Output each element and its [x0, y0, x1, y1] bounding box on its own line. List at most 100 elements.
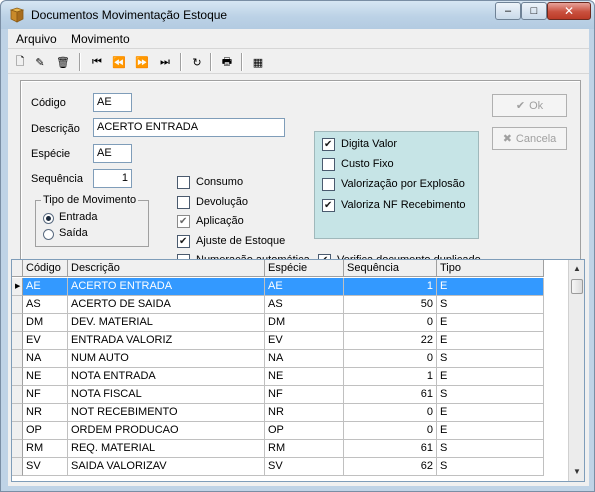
cell-codigo[interactable]: DM	[23, 314, 68, 332]
cell-sequencia[interactable]: 1	[344, 368, 437, 386]
cell-sequencia[interactable]: 0	[344, 314, 437, 332]
cell-descricao[interactable]: NOT RECEBIMENTO	[68, 404, 265, 422]
cell-descricao[interactable]: ORDEM PRODUCAO	[68, 422, 265, 440]
checkbox-digita-valor[interactable]	[322, 138, 335, 151]
cell-codigo[interactable]: OP	[23, 422, 68, 440]
codigo-field[interactable]: AE	[93, 93, 132, 112]
cell-descricao[interactable]: ACERTO ENTRADA	[68, 278, 265, 296]
cell-codigo[interactable]: AE	[23, 278, 68, 296]
cell-especie[interactable]: AE	[265, 278, 344, 296]
cell-tipo[interactable]: E	[437, 332, 544, 350]
table-row[interactable]: AS ACERTO DE SAIDA AS 50 S	[12, 296, 566, 314]
checkbox-devolucao[interactable]	[177, 196, 190, 209]
new-document-icon[interactable]: 🗋	[11, 53, 29, 71]
grid-header-codigo[interactable]: Código	[23, 260, 68, 277]
cell-sequencia[interactable]: 0	[344, 422, 437, 440]
cell-sequencia[interactable]: 0	[344, 350, 437, 368]
cell-especie[interactable]: NE	[265, 368, 344, 386]
minimize-button[interactable]: –	[495, 2, 521, 20]
ok-button[interactable]: ✔ Ok	[492, 94, 567, 117]
first-record-icon[interactable]: ⏮	[88, 53, 106, 71]
cell-sequencia[interactable]: 22	[344, 332, 437, 350]
checkbox-aplicacao[interactable]	[177, 215, 190, 228]
cell-codigo[interactable]: RM	[23, 440, 68, 458]
table-row[interactable]: NR NOT RECEBIMENTO NR 0 E	[12, 404, 566, 422]
especie-field[interactable]: AE	[93, 144, 132, 163]
settings-icon[interactable]: ▦	[249, 53, 267, 71]
print-icon[interactable]: 🖶	[218, 53, 236, 71]
previous-record-icon[interactable]: ⏪	[110, 53, 128, 71]
cell-tipo[interactable]: E	[437, 404, 544, 422]
cell-especie[interactable]: NR	[265, 404, 344, 422]
table-row[interactable]: NE NOTA ENTRADA NE 1 E	[12, 368, 566, 386]
delete-icon[interactable]: 🗑	[54, 53, 72, 71]
cell-codigo[interactable]: NF	[23, 386, 68, 404]
radio-saida[interactable]	[43, 229, 54, 240]
scroll-thumb[interactable]	[571, 279, 583, 294]
cell-sequencia[interactable]: 0	[344, 404, 437, 422]
cell-tipo[interactable]: S	[437, 440, 544, 458]
cell-especie[interactable]: DM	[265, 314, 344, 332]
cell-codigo[interactable]: NR	[23, 404, 68, 422]
sequencia-field[interactable]: 1	[93, 169, 132, 188]
cancel-button[interactable]: ✖ Cancela	[492, 127, 567, 150]
cell-tipo[interactable]: E	[437, 368, 544, 386]
cell-tipo[interactable]: S	[437, 296, 544, 314]
cell-tipo[interactable]: E	[437, 314, 544, 332]
radio-entrada[interactable]	[43, 213, 54, 224]
cell-especie[interactable]: AS	[265, 296, 344, 314]
grid-header-especie[interactable]: Espécie	[265, 260, 344, 277]
cell-descricao[interactable]: REQ. MATERIAL	[68, 440, 265, 458]
table-row[interactable]: SV SAIDA VALORIZAV SV 62 S	[12, 458, 566, 476]
cell-codigo[interactable]: NA	[23, 350, 68, 368]
table-row[interactable]: NA NUM AUTO NA 0 S	[12, 350, 566, 368]
close-button[interactable]: ✕	[547, 2, 591, 20]
menu-arquivo[interactable]: Arquivo	[16, 32, 57, 46]
cell-sequencia[interactable]: 1	[344, 278, 437, 296]
cell-tipo[interactable]: S	[437, 386, 544, 404]
grid-header-sequencia[interactable]: Sequência	[344, 260, 437, 277]
cell-descricao[interactable]: NUM AUTO	[68, 350, 265, 368]
cell-especie[interactable]: SV	[265, 458, 344, 476]
cell-especie[interactable]: OP	[265, 422, 344, 440]
grid-header-tipo[interactable]: Tipo	[437, 260, 544, 277]
scroll-up-icon[interactable]: ▲	[569, 260, 584, 277]
cell-descricao[interactable]: SAIDA VALORIZAV	[68, 458, 265, 476]
cell-descricao[interactable]: NOTA ENTRADA	[68, 368, 265, 386]
cell-sequencia[interactable]: 62	[344, 458, 437, 476]
cell-sequencia[interactable]: 61	[344, 386, 437, 404]
maximize-button[interactable]: □	[521, 2, 547, 20]
grid-vertical-scrollbar[interactable]: ▲ ▼	[568, 260, 584, 481]
cell-codigo[interactable]: EV	[23, 332, 68, 350]
cell-codigo[interactable]: NE	[23, 368, 68, 386]
cell-especie[interactable]: NF	[265, 386, 344, 404]
cell-codigo[interactable]: SV	[23, 458, 68, 476]
scroll-down-icon[interactable]: ▼	[569, 463, 584, 480]
checkbox-valoriza-nf-recebimento[interactable]	[322, 199, 335, 212]
checkbox-consumo[interactable]	[177, 176, 190, 189]
table-row[interactable]: OP ORDEM PRODUCAO OP 0 E	[12, 422, 566, 440]
next-record-icon[interactable]: ⏩	[133, 53, 151, 71]
checkbox-ajuste-estoque[interactable]	[177, 235, 190, 248]
last-record-icon[interactable]: ⏭	[156, 53, 174, 71]
table-row[interactable]: RM REQ. MATERIAL RM 61 S	[12, 440, 566, 458]
cell-especie[interactable]: EV	[265, 332, 344, 350]
cell-codigo[interactable]: AS	[23, 296, 68, 314]
cell-sequencia[interactable]: 50	[344, 296, 437, 314]
cell-especie[interactable]: NA	[265, 350, 344, 368]
grid-header-descricao[interactable]: Descrição	[68, 260, 265, 277]
descricao-field[interactable]: ACERTO ENTRADA	[93, 118, 285, 137]
cell-descricao[interactable]: ACERTO DE SAIDA	[68, 296, 265, 314]
refresh-icon[interactable]: ↻	[188, 53, 206, 71]
cell-descricao[interactable]: NOTA FISCAL	[68, 386, 265, 404]
edit-icon[interactable]: ✎	[31, 53, 49, 71]
cell-descricao[interactable]: ENTRADA VALORIZ	[68, 332, 265, 350]
cell-especie[interactable]: RM	[265, 440, 344, 458]
checkbox-custo-fixo[interactable]	[322, 158, 335, 171]
cell-tipo[interactable]: S	[437, 350, 544, 368]
checkbox-valorizacao-explosao[interactable]	[322, 178, 335, 191]
cell-descricao[interactable]: DEV. MATERIAL	[68, 314, 265, 332]
cell-tipo[interactable]: E	[437, 278, 544, 296]
cell-tipo[interactable]: E	[437, 422, 544, 440]
table-row[interactable]: NF NOTA FISCAL NF 61 S	[12, 386, 566, 404]
